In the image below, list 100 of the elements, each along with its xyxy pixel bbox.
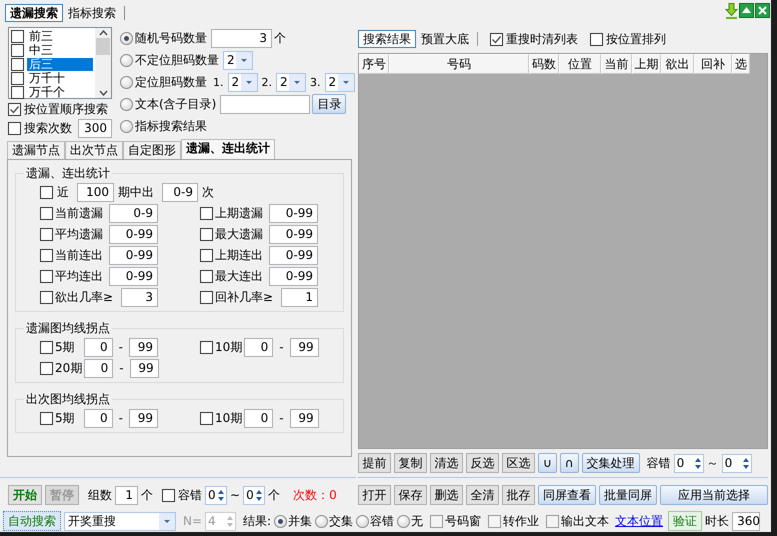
number-field[interactable]: 0-99 bbox=[109, 246, 158, 264]
button[interactable]: 复制 bbox=[394, 453, 427, 473]
text-field[interactable] bbox=[220, 94, 310, 114]
button[interactable]: 交集处理 bbox=[582, 453, 640, 473]
button[interactable]: ∪ bbox=[538, 453, 557, 473]
checkbox[interactable] bbox=[200, 340, 213, 354]
checkbox[interactable] bbox=[40, 186, 53, 198]
checkbox[interactable] bbox=[40, 228, 53, 240]
scroll-down-icon[interactable] bbox=[98, 90, 108, 96]
number-field[interactable]: 0-99 bbox=[269, 224, 318, 244]
radio-button[interactable] bbox=[120, 76, 133, 88]
checkbox[interactable] bbox=[200, 228, 213, 240]
list-item[interactable]: 前三 bbox=[27, 30, 93, 42]
column-header[interactable]: 序号 bbox=[359, 54, 389, 74]
scroll-thumb[interactable] bbox=[96, 38, 110, 55]
radio-button[interactable] bbox=[274, 514, 288, 528]
number-field[interactable]: 0-9 bbox=[109, 204, 158, 222]
column-header[interactable]: 码数 bbox=[529, 54, 559, 74]
radio-button[interactable] bbox=[120, 120, 133, 132]
checkbox[interactable] bbox=[200, 412, 213, 424]
list-item[interactable]: 后三 bbox=[27, 58, 93, 70]
number-field[interactable]: 0-9 bbox=[162, 182, 198, 202]
button[interactable]: 打开 bbox=[358, 485, 391, 505]
number-field[interactable]: 99 bbox=[129, 408, 158, 428]
column-header[interactable]: 欲出 bbox=[661, 54, 694, 74]
checkbox[interactable] bbox=[40, 340, 53, 354]
number-field[interactable]: 300 bbox=[78, 118, 112, 138]
checkbox[interactable] bbox=[11, 30, 24, 42]
start-button[interactable]: 开始 bbox=[8, 485, 42, 505]
caret-icon[interactable] bbox=[159, 512, 175, 530]
number-field[interactable]: 0 bbox=[84, 408, 113, 428]
button[interactable]: 批存 bbox=[502, 485, 535, 505]
button[interactable]: 删选 bbox=[430, 485, 463, 505]
radio-button[interactable] bbox=[120, 98, 133, 110]
button[interactable]: 保存 bbox=[394, 485, 427, 505]
dropdown[interactable]: 2 bbox=[223, 50, 253, 70]
button[interactable]: 同屏查看 bbox=[538, 485, 596, 505]
checkbox[interactable] bbox=[8, 102, 21, 116]
caret-icon[interactable] bbox=[289, 74, 305, 90]
tab[interactable]: 遗漏搜索 bbox=[5, 4, 63, 22]
button[interactable]: 反选 bbox=[466, 453, 499, 473]
checkbox[interactable] bbox=[200, 270, 213, 282]
number-field[interactable]: 0 bbox=[244, 408, 274, 428]
radio-button[interactable] bbox=[120, 54, 133, 66]
number-field[interactable]: 99 bbox=[130, 358, 159, 378]
number-field[interactable]: 0-99 bbox=[109, 266, 158, 286]
tab[interactable]: 遗漏节点 bbox=[7, 141, 65, 159]
checkbox[interactable] bbox=[40, 362, 53, 374]
number-field[interactable]: 0-99 bbox=[269, 204, 318, 222]
column-header[interactable]: 选 bbox=[732, 54, 750, 74]
column-header[interactable]: 当前 bbox=[601, 54, 632, 74]
number-field[interactable]: 1 bbox=[281, 288, 318, 306]
list-item[interactable]: 中三 bbox=[27, 44, 93, 56]
scrollbar[interactable] bbox=[95, 28, 111, 98]
dropdown[interactable]: 开奖重搜 bbox=[64, 512, 176, 530]
number-field[interactable]: 3 bbox=[211, 28, 272, 48]
button[interactable]: 应用当前选择 bbox=[660, 485, 768, 505]
checkbox[interactable] bbox=[162, 488, 175, 502]
checkbox[interactable] bbox=[490, 32, 503, 46]
column-header[interactable]: 回补 bbox=[694, 54, 732, 74]
checkbox[interactable] bbox=[488, 514, 502, 528]
checkbox[interactable] bbox=[200, 206, 213, 220]
verify-button[interactable]: 验证 bbox=[668, 511, 702, 531]
directory-button[interactable]: 目录 bbox=[312, 94, 346, 114]
number-field[interactable]: 3 bbox=[121, 288, 158, 306]
tab[interactable]: 指标搜索 bbox=[63, 4, 121, 22]
button[interactable]: ∩ bbox=[560, 453, 579, 473]
list-item[interactable]: 万千个 bbox=[27, 86, 93, 98]
checkbox[interactable] bbox=[40, 412, 53, 424]
checkbox[interactable] bbox=[590, 32, 603, 46]
checkbox[interactable] bbox=[546, 514, 560, 528]
checkbox[interactable] bbox=[11, 86, 24, 98]
button[interactable]: 区选 bbox=[502, 453, 535, 473]
caret-icon[interactable] bbox=[240, 74, 256, 90]
spin-box[interactable]: 0 bbox=[205, 486, 227, 504]
checkbox[interactable] bbox=[40, 270, 53, 282]
caret-icon[interactable] bbox=[338, 74, 354, 90]
scroll-up-icon[interactable] bbox=[98, 30, 108, 36]
close-icon[interactable] bbox=[755, 3, 770, 18]
number-field[interactable]: 0 bbox=[244, 338, 274, 356]
number-field[interactable]: 0 bbox=[84, 338, 113, 356]
number-field[interactable]: 0-99 bbox=[269, 266, 318, 286]
caret-icon[interactable] bbox=[236, 52, 252, 68]
checkbox[interactable] bbox=[200, 248, 213, 262]
auto-search-button[interactable]: 自动搜索 bbox=[3, 511, 61, 531]
spin-box[interactable]: 0 bbox=[674, 454, 704, 472]
dropdown[interactable]: 2 bbox=[228, 72, 258, 92]
button[interactable]: 批量同屏 bbox=[599, 485, 657, 505]
spin-box[interactable]: 0 bbox=[243, 486, 266, 504]
spin-box[interactable]: 0 bbox=[722, 454, 752, 472]
button[interactable]: 提前 bbox=[358, 453, 391, 473]
radio-button[interactable] bbox=[397, 514, 410, 528]
column-header[interactable]: 号码 bbox=[389, 54, 529, 74]
link[interactable]: 文本位置 bbox=[615, 512, 664, 530]
number-field[interactable]: 99 bbox=[290, 408, 319, 428]
list-item[interactable]: 万千十 bbox=[27, 72, 93, 84]
checkbox[interactable] bbox=[11, 44, 24, 56]
column-header[interactable]: 上期 bbox=[632, 54, 661, 74]
number-field[interactable]: 99 bbox=[290, 338, 319, 356]
checkbox[interactable] bbox=[430, 514, 444, 528]
